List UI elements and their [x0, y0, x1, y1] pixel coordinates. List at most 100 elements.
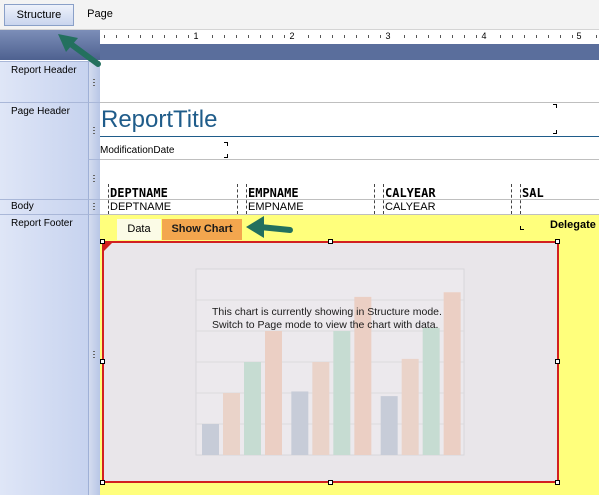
- ruler-tick: [404, 35, 405, 38]
- show-chart-tab[interactable]: Show Chart: [162, 219, 242, 240]
- ruler-tick: [236, 35, 237, 38]
- resize-handle-bottom[interactable]: [328, 480, 333, 485]
- page-mode-tab[interactable]: Page: [80, 4, 120, 26]
- body-field-deptname[interactable]: DEPTNAME: [110, 201, 171, 213]
- report-title-field[interactable]: ReportTitle: [101, 106, 217, 134]
- title-underline: [100, 136, 599, 137]
- ruler-tick: [500, 35, 501, 38]
- field-corner-mark: [553, 130, 557, 134]
- column-boundary: [520, 184, 521, 214]
- ruler-tick: [536, 35, 537, 38]
- ruler-tick: [452, 35, 453, 38]
- ruler-tick: [380, 35, 381, 38]
- ruler-tick: [176, 35, 177, 38]
- ruler-tick: [548, 35, 549, 38]
- chart-structure-note: This chart is currently showing in Struc…: [212, 306, 492, 332]
- column-header-sal[interactable]: SAL: [522, 186, 544, 200]
- ruler-tick: [224, 35, 225, 38]
- ruler-band: [100, 44, 599, 60]
- column-header-calyear[interactable]: CALYEAR: [385, 186, 436, 200]
- column-boundary: [246, 184, 247, 214]
- ruler-tick: [476, 35, 477, 38]
- column-header-deptname[interactable]: DEPTNAME: [110, 186, 168, 200]
- structure-mode-tab[interactable]: Structure: [4, 4, 74, 26]
- resize-handle-right[interactable]: [555, 359, 560, 364]
- chart-bar: [380, 396, 398, 455]
- ruler-tick: [344, 35, 345, 38]
- ruler-tick: [572, 35, 573, 38]
- resize-handle-left[interactable]: [100, 359, 105, 364]
- section-label-report-footer[interactable]: Report Footer: [0, 214, 88, 495]
- ruler-tick: [188, 35, 189, 38]
- field-corner-mark: [224, 142, 228, 146]
- chart-note-line-1: This chart is currently showing in Struc…: [212, 306, 442, 318]
- ruler-mark-label: 1: [193, 31, 199, 41]
- pointer-arrow-icon: [58, 34, 101, 67]
- chart-bar: [312, 362, 330, 455]
- column-boundary: [511, 184, 512, 214]
- field-corner-mark: [553, 104, 557, 108]
- resize-handle-bottom-left[interactable]: [100, 480, 105, 485]
- body-field-empname[interactable]: EMPNAME: [248, 201, 304, 213]
- ruler-tick: [272, 35, 273, 38]
- body-field-calyear[interactable]: CALYEAR: [385, 201, 436, 213]
- field-corner-mark: [224, 154, 228, 158]
- chart-bar: [223, 393, 240, 455]
- column-boundary: [237, 184, 238, 214]
- ruler-tick: [512, 35, 513, 38]
- chart-note-line-2: Switch to Page mode to view the chart wi…: [212, 319, 439, 331]
- ruler-tick: [104, 35, 105, 38]
- column-boundary: [374, 184, 375, 214]
- ruler-mark-label: 3: [385, 31, 391, 41]
- section-label-page-header[interactable]: Page Header: [0, 102, 88, 199]
- ruler-tick: [368, 35, 369, 38]
- chart-preview: [195, 268, 465, 456]
- ruler-tick: [308, 35, 309, 38]
- field-corner-mark: [520, 226, 524, 230]
- ruler-tick: [260, 35, 261, 38]
- resize-handle-top-left[interactable]: [100, 239, 105, 244]
- section-label-body[interactable]: Body: [0, 199, 88, 214]
- chart-bar: [333, 331, 351, 455]
- page-header-resize-handle[interactable]: [88, 102, 100, 159]
- ruler-tick: [596, 35, 597, 38]
- section-divider: [100, 102, 599, 103]
- ruler-tick: [440, 35, 441, 38]
- ruler-mark-label: 2: [289, 31, 295, 41]
- body-resize-handle[interactable]: [88, 199, 100, 214]
- ruler-tick: [128, 35, 129, 38]
- ruler-tick: [428, 35, 429, 38]
- ruler-tick: [416, 35, 417, 38]
- chart-placeholder[interactable]: This chart is currently showing in Struc…: [102, 241, 559, 483]
- chart-bar: [202, 424, 219, 455]
- resize-handle-top[interactable]: [328, 239, 333, 244]
- resize-handle-top-right[interactable]: [555, 239, 560, 244]
- pointer-arrow-icon: [246, 216, 293, 238]
- ruler-tick: [212, 35, 213, 38]
- delegate-field[interactable]: Delegate: [550, 219, 596, 231]
- chart-bar: [422, 327, 440, 455]
- ruler-tick: [560, 35, 561, 38]
- column-boundary: [108, 184, 109, 214]
- chart-bar: [244, 362, 261, 455]
- ruler-tick: [248, 35, 249, 38]
- ruler-tick: [332, 35, 333, 38]
- resize-handle-bottom-right[interactable]: [555, 480, 560, 485]
- modification-date-field[interactable]: ModificationDate: [100, 145, 174, 156]
- ruler-tick: [164, 35, 165, 38]
- chart-data-tab[interactable]: Data: [117, 219, 161, 240]
- column-header-empname[interactable]: EMPNAME: [248, 186, 299, 200]
- chart-bar: [291, 391, 309, 455]
- column-boundary: [383, 184, 384, 214]
- ruler-mark-label: 5: [576, 31, 582, 41]
- ruler-tick: [524, 35, 525, 38]
- section-divider: [100, 159, 599, 160]
- ruler-tick: [284, 35, 285, 38]
- ruler-tick: [116, 35, 117, 38]
- report-footer-resize-handle[interactable]: [88, 214, 100, 495]
- ruler-tick: [356, 35, 357, 38]
- chart-bar: [265, 331, 282, 455]
- page-header-lower-handle[interactable]: [88, 159, 100, 199]
- ruler-tick: [464, 35, 465, 38]
- ruler-tick: [152, 35, 153, 38]
